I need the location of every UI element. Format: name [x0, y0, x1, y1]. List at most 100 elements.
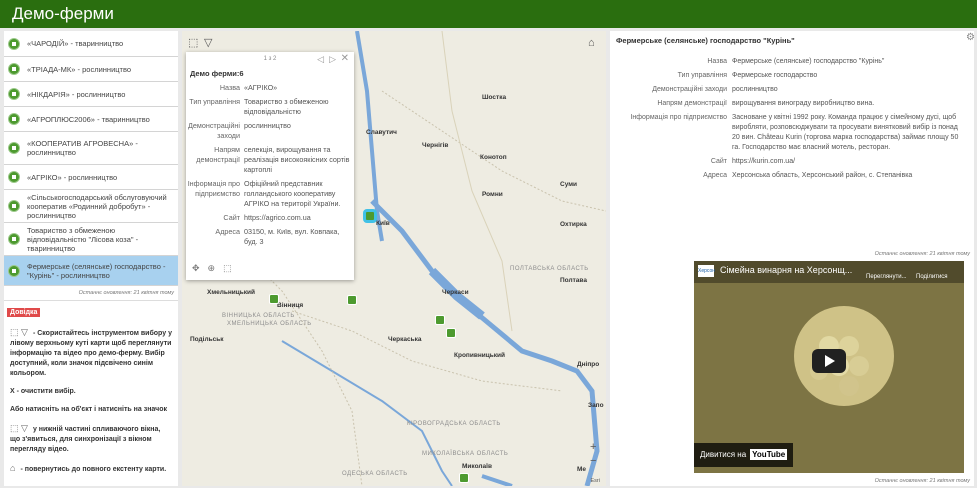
farm-icon — [8, 200, 20, 212]
farm-list-item[interactable]: «АГРОПЛЮС2006» - тваринництво — [4, 107, 178, 132]
select-tool-icon: ⬚ ▽ — [10, 327, 28, 337]
farm-list-item[interactable]: «ТРІАДА-МК» - рослинництво — [4, 57, 178, 82]
farm-list-item[interactable]: «ЧАРОДІЙ» - тваринництво — [4, 31, 178, 57]
detail-field-value: вирощування винограду виробництво вина. — [732, 100, 875, 107]
detail-field-value[interactable]: https://kurin.com.ua/ — [732, 157, 974, 167]
detail-field-key: Сайт — [710, 158, 727, 165]
map-city-label: Славутич — [366, 129, 397, 136]
popup-field-row: Демонстраційні заходи рослинництво — [186, 119, 354, 143]
watch-on-label: Дивитися на — [700, 450, 747, 459]
popup-pager: 1 з 2 — [263, 56, 277, 62]
select-tool-button[interactable]: ⬚ — [188, 36, 198, 49]
share-label: Поділитися — [916, 274, 948, 280]
close-icon[interactable]: ✕ — [341, 53, 349, 64]
feature-popup: 1 з 2 ◁ ▷ ✕ Демо ферми:6 Назва «АГРІКО» Ти… — [186, 52, 354, 280]
farm-pin[interactable] — [435, 315, 445, 325]
help-p5: - повернутись до повного екстенту карти. — [20, 466, 167, 473]
help-text: ⬚ ▽ - Скористайтесь інструментом вибору у… — [4, 327, 178, 475]
popup-field-key: Сайт — [223, 213, 240, 222]
map-city-label: Суми — [560, 181, 578, 188]
sync-icon: ⬚ ▽ — [10, 423, 28, 433]
zoom-in-button[interactable]: + — [590, 441, 596, 453]
detail-fields: Назва Фермерське (селянське) господарство… — [610, 55, 974, 183]
map-city-label: Полтава — [560, 277, 587, 284]
detail-field-row: Сайт https://kurin.com.ua/ — [610, 155, 974, 169]
farm-list-label: Товариство з обмеженою відповідальністю … — [27, 225, 139, 253]
zoom-out-button[interactable]: − — [590, 455, 596, 467]
farm-list-item[interactable]: «АГРІКО» - рослинництво — [4, 165, 178, 190]
map-city-label: Вінниця — [277, 302, 304, 309]
farm-list-label: «ТРІАДА-МК» - рослинництво — [27, 64, 132, 74]
zoom-to-icon[interactable]: ⊕ — [208, 263, 216, 274]
help-p2: X - очистити вибір. — [10, 388, 76, 395]
detail-field-key: Адреса — [703, 172, 727, 179]
farm-pin[interactable] — [347, 295, 357, 305]
detail-field-key: Демонстраційні заходи — [652, 86, 727, 93]
play-button[interactable] — [812, 349, 846, 373]
detail-field-value: рослинництво — [732, 86, 778, 93]
map-attribution: Esri — [590, 478, 600, 484]
watch-on-youtube-button[interactable]: Дивитися на YouTube — [694, 443, 794, 467]
farm-list-item[interactable]: «Сільськогосподарський обслуговуючий коо… — [4, 190, 178, 223]
farm-list-item[interactable]: Товариство з обмеженою відповідальністю … — [4, 223, 178, 256]
detail-field-value: Фермерське (селянське) господарство "Кур… — [732, 58, 885, 65]
map-region-label: МИКОЛАЇВСЬКА ОБЛАСТЬ — [422, 451, 509, 457]
detail-field-row: Напрям демонстрації вирощування винограду… — [610, 97, 974, 111]
popup-field-key: Демонстраційні заходи — [188, 121, 240, 140]
map-city-label: Конотоп — [480, 154, 507, 161]
detail-field-row: Адреса Херсонська область, Херсонський ра… — [610, 169, 974, 183]
prev-icon[interactable]: ◁ — [317, 54, 324, 65]
farm-icon — [8, 113, 20, 125]
farm-list-item[interactable]: Фермерське (селянське) господарство - "К… — [4, 256, 178, 286]
detail-field-key: Напрям демонстрації — [657, 100, 727, 107]
next-icon[interactable]: ▷ — [329, 54, 336, 65]
select-dropdown-icon[interactable]: ▽ — [204, 36, 212, 49]
map-city-label: Дніпро — [577, 361, 600, 368]
detail-field-key: Тип управління — [677, 72, 727, 79]
map-city-label: Чернігів — [422, 142, 449, 149]
settings-icon[interactable]: ⚙ — [966, 32, 975, 43]
popup-field-value: 03150, м. Київ, вул. Ковпака, буд. 3 — [244, 227, 340, 246]
detail-field-row: Інформація про підприємство Засноване у к… — [610, 111, 974, 155]
map-city-label: Миколаїв — [462, 463, 492, 470]
popup-field-row: Інформація про підприємство Офіційний пре… — [186, 177, 354, 211]
farm-list: «ЧАРОДІЙ» - тваринництво «ТРІАДА-МК» - ро… — [4, 31, 178, 286]
video-player[interactable]: Херсон Сімейна винарня на Херсонщ... Пер… — [694, 261, 964, 473]
map-region-label: ПОЛТАВСЬКА ОБЛАСТЬ — [510, 266, 589, 272]
farm-icon — [8, 171, 20, 183]
popup-field-row: Назва «АГРІКО» — [186, 81, 354, 95]
farm-pin-selected[interactable] — [365, 211, 375, 221]
popup-field-key: Напрям демонстрації — [196, 145, 240, 164]
sync-icon[interactable]: ⬚ — [223, 263, 232, 274]
farm-list-label: «АГРІКО» - рослинництво — [27, 172, 118, 182]
youtube-logo: YouTube — [750, 449, 788, 460]
map-city-label: Черкаська — [388, 336, 422, 343]
farm-list-item[interactable]: «НІКДАРІЯ» - рослинництво — [4, 82, 178, 107]
farm-icon — [8, 37, 20, 50]
farm-list-label: «НІКДАРІЯ» - рослинництво — [27, 89, 126, 99]
channel-logo: Херсон — [698, 265, 715, 277]
farm-pin[interactable] — [446, 328, 456, 338]
farm-pin[interactable] — [459, 473, 469, 483]
detail-field-row: Тип управління Фермерське господарство — [610, 69, 974, 83]
move-icon[interactable]: ✥ — [192, 263, 200, 274]
farm-pin[interactable] — [269, 294, 279, 304]
popup-field-row: Адреса 03150, м. Київ, вул. Ковпака, буд.… — [186, 225, 354, 249]
popup-field-row: Сайт https://agrico.com.ua — [186, 211, 354, 225]
popup-field-value[interactable]: https://agrico.com.ua — [244, 213, 354, 223]
detail-panel: Фермерське (селянське) господарство "Кур… — [610, 31, 974, 486]
popup-field-key: Інформація про підприємство — [187, 179, 240, 198]
popup-header: 1 з 2 ◁ ▷ ✕ — [186, 52, 354, 66]
popup-field-row: Напрям демонстрації селекція, вирощування… — [186, 143, 354, 177]
detail-field-value: Засноване у квітні 1992 року. Команда пр… — [732, 114, 959, 151]
map-region-label: ХМЕЛЬНИЦЬКА ОБЛАСТЬ — [227, 321, 312, 327]
detail-updated-text-2: Останнє оновлення: 21 квітня тому — [874, 478, 970, 484]
popup-field-value: селекція, вирощування та реалізація висо… — [244, 145, 350, 174]
watch-later-label: Переглянути... — [866, 274, 907, 280]
map-region-label: ОДЕСЬКА ОБЛАСТЬ — [342, 471, 408, 477]
popup-actions: ✥ ⊕ ⬚ — [192, 263, 232, 274]
detail-field-key: Інформація про підприємство — [630, 114, 727, 121]
home-button[interactable]: ⌂ — [588, 37, 595, 49]
farm-list-item[interactable]: «КООПЕРАТИВ АГРОВЕСНА» - рослинництво — [4, 132, 178, 165]
map-city-label: Київ — [376, 220, 390, 227]
